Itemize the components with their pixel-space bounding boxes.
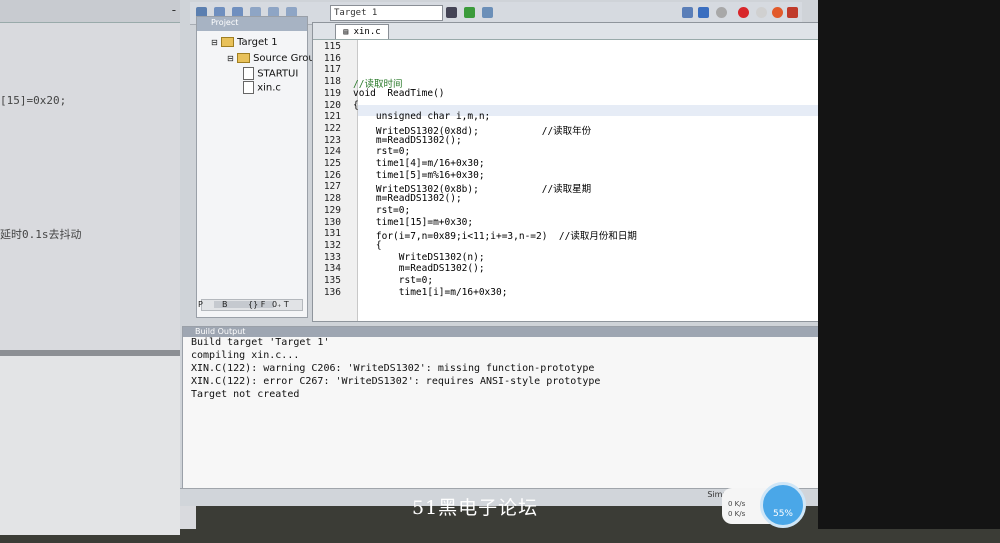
tree-item-startup[interactable]: STARTUI — [243, 67, 298, 80]
tree-item-label: xin.c — [257, 82, 281, 94]
expand-icon[interactable]: ⊟ — [227, 54, 234, 63]
tree-item-source-group[interactable]: ⊟ Source Grou — [227, 53, 315, 64]
find-icon[interactable] — [682, 7, 693, 18]
line-number: 131 — [323, 228, 341, 240]
tab-templates[interactable]: 0₊ T — [272, 298, 289, 312]
network-monitor-widget[interactable]: 0 K/s 0 K/s 55% — [722, 482, 806, 528]
line-number: 136 — [323, 286, 341, 298]
output-line: Build target 'Target 1' — [191, 337, 330, 348]
build-output-header: Build Output — [183, 327, 819, 337]
line-number: 134 — [323, 263, 341, 275]
line-number: 115 — [323, 41, 341, 52]
code-line[interactable]: WriteDS1302(n); — [353, 252, 485, 263]
output-line: compiling xin.c... — [191, 350, 300, 361]
code-line[interactable]: rst=0; — [353, 146, 410, 157]
output-line[interactable]: XIN.C(122): warning C206: 'WriteDS1302':… — [191, 363, 594, 374]
output-line[interactable]: XIN.C(122): error C267: 'WriteDS1302': r… — [191, 376, 600, 387]
kill-breakpoints-icon[interactable] — [772, 7, 783, 18]
tab-books[interactable]: B — [222, 298, 228, 312]
line-number: 135 — [323, 275, 341, 286]
select-packs-icon[interactable] — [482, 7, 493, 18]
upload-rate: 0 K/s — [728, 500, 746, 508]
editor-tab-label: xin.c — [353, 27, 381, 37]
line-number: 119 — [323, 87, 341, 99]
code-line[interactable]: time1[4]=m/16+0x30; — [353, 158, 485, 169]
line-number: 129 — [323, 204, 341, 216]
line-number: 130 — [323, 216, 341, 228]
code-line[interactable]: m=ReadDS1302(); — [353, 135, 462, 146]
line-number: 125 — [323, 158, 341, 169]
memory-usage-ball[interactable]: 55% — [760, 482, 806, 528]
background-code-line: [15]=0x20; — [0, 94, 67, 107]
background-code-comment: 延时0.1s去抖动 — [0, 228, 82, 241]
code-line[interactable]: rst=0; — [353, 275, 433, 286]
project-panel-header: Project — [197, 17, 307, 31]
line-number: 123 — [323, 134, 341, 146]
file-icon: ▤ — [343, 27, 349, 36]
download-rate: 0 K/s — [728, 510, 746, 518]
code-line[interactable]: m=ReadDS1302(); — [353, 193, 462, 204]
editor-tabbar: ▤ xin.c — [313, 23, 819, 40]
find-in-files-icon[interactable] — [698, 7, 709, 18]
line-number: 116 — [323, 52, 341, 64]
tree-item-label: Source Grou — [253, 53, 315, 64]
code-line[interactable]: m=ReadDS1302(); — [353, 263, 485, 274]
forum-watermark: 51黑电子论坛 — [412, 497, 539, 519]
project-panel-title: Project — [211, 18, 239, 27]
code-line[interactable]: void ReadTime() — [353, 88, 445, 99]
background-window-titlebar: - × — [0, 0, 196, 23]
code-line[interactable]: unsigned char i,m,n; — [353, 111, 490, 122]
target-options-icon[interactable] — [446, 7, 457, 18]
line-number: 120 — [323, 99, 341, 111]
line-number: 124 — [323, 146, 341, 158]
configure-icon[interactable] — [787, 7, 798, 18]
line-number: 118 — [323, 76, 341, 88]
file-icon — [243, 67, 254, 80]
line-number: 122 — [323, 122, 341, 134]
file-icon — [243, 81, 254, 94]
tree-item-label: Target 1 — [237, 37, 278, 48]
tree-item-label: STARTUI — [257, 68, 299, 80]
code-line[interactable]: time1[5]=m%16+0x30; — [353, 170, 485, 181]
code-line[interactable]: { — [353, 100, 359, 111]
code-line[interactable]: rst=0; — [353, 205, 410, 216]
output-line: Target not created — [191, 389, 300, 400]
code-line[interactable]: time1[15]=m+0x30; — [353, 217, 473, 228]
project-panel: Project ⊟ Target 1 ⊟ Source Grou STARTUI… — [196, 16, 315, 318]
background-window: - × [15]=0x20; 延时0.1s去抖动 — [0, 0, 196, 535]
build-output-title: Build Output — [195, 327, 246, 336]
target-folder-icon — [220, 37, 234, 47]
line-number: 117 — [323, 64, 341, 76]
screen-bezel — [818, 0, 1000, 529]
tree-item-target[interactable]: ⊟ Target 1 — [211, 37, 278, 48]
line-number: 132 — [323, 239, 341, 251]
code-line[interactable]: time1[i]=m/16+0x30; — [353, 287, 508, 298]
line-number: 127 — [323, 181, 341, 193]
background-lower-pane — [0, 350, 180, 535]
target-select[interactable]: Target 1 — [330, 5, 443, 21]
line-number: 121 — [323, 111, 341, 123]
tab-project[interactable]: P — [198, 298, 203, 312]
line-number: 126 — [323, 169, 341, 181]
disable-breakpoint-icon[interactable] — [756, 7, 767, 18]
tree-item-xin-c[interactable]: xin.c — [243, 81, 281, 94]
breakpoint-icon[interactable] — [738, 7, 749, 18]
debug-icon[interactable] — [716, 7, 727, 18]
tab-functions[interactable]: {} F — [248, 298, 265, 312]
editor-tab-xin-c[interactable]: ▤ xin.c — [335, 24, 389, 39]
line-number: 133 — [323, 251, 341, 263]
code-line[interactable]: { — [353, 240, 382, 251]
code-editor[interactable]: ▤ xin.c 115 116 117 118 119 120 121 122 123 124 12… — [312, 22, 820, 322]
expand-icon[interactable]: ⊟ — [211, 38, 218, 47]
group-folder-icon — [236, 53, 250, 63]
line-number: 128 — [323, 193, 341, 205]
manage-components-icon[interactable] — [464, 7, 475, 18]
build-output-panel: Build Output Build target 'Target 1' com… — [182, 326, 820, 506]
line-number-gutter: 115 116 117 118 119 120 121 122 123 124 125 126 127 1… — [313, 40, 358, 321]
code-line[interactable]: for(i=7,n=0x89;i<11;i+=3,n-=2) //读取月份和日期 — [353, 228, 637, 242]
